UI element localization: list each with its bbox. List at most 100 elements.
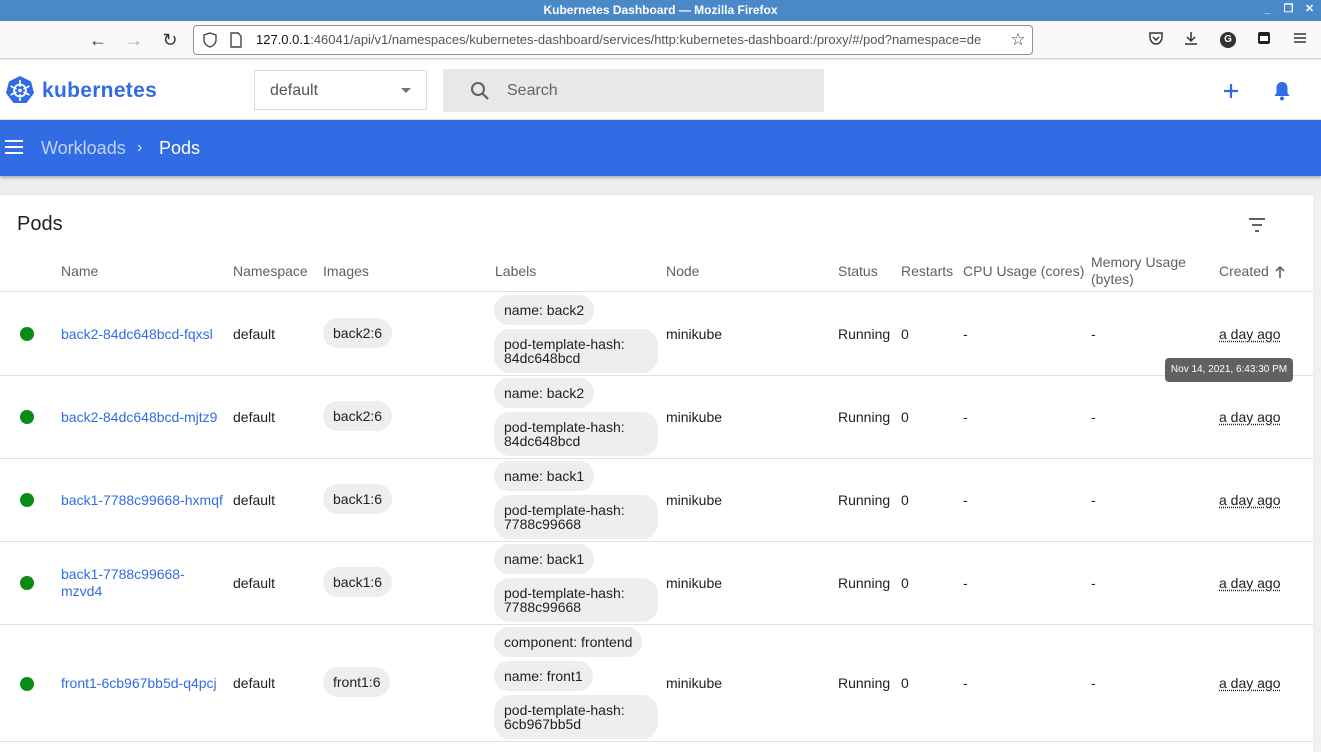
table-row: back1-7788c99668-hxmqf default back1:6 n… — [0, 459, 1313, 542]
account-avatar-icon[interactable]: G — [1220, 32, 1236, 48]
pod-created[interactable]: a day ago — [1219, 575, 1281, 592]
search-input[interactable] — [507, 77, 807, 105]
pod-namespace: default — [233, 409, 276, 425]
minimize-icon[interactable]: _ — [1260, 2, 1275, 17]
pod-node[interactable]: minikube — [666, 409, 722, 426]
pod-namespace: default — [233, 492, 276, 508]
column-labels: Labels — [495, 263, 537, 279]
url-text[interactable]: 127.0.0.1:46041/api/v1/namespaces/kubern… — [256, 32, 1001, 47]
status-running-icon — [20, 576, 34, 590]
pod-restarts: 0 — [901, 326, 909, 342]
extension-icon[interactable] — [1254, 30, 1274, 50]
pod-memory: - — [1091, 409, 1096, 425]
nav-menu-icon[interactable] — [5, 138, 23, 156]
image-chip: back2:6 — [323, 401, 393, 431]
status-running-icon — [20, 677, 34, 691]
window-titlebar: Kubernetes Dashboard — Mozilla Firefox _… — [0, 0, 1321, 21]
pod-namespace: default — [233, 575, 276, 591]
pod-node[interactable]: minikube — [666, 675, 722, 692]
table-row: back1-7788c99668-mzvd4 default back1:6 n… — [0, 542, 1313, 625]
column-status[interactable]: Status — [838, 263, 878, 280]
label-chip: pod-template-hash: 84dc648bcd — [494, 412, 658, 456]
pod-cpu: - — [963, 492, 968, 508]
pod-created[interactable]: a day ago — [1219, 326, 1281, 343]
pod-memory: - — [1091, 675, 1096, 691]
pod-namespace: default — [233, 326, 276, 342]
pod-restarts: 0 — [901, 575, 909, 591]
shield-icon[interactable] — [202, 32, 218, 48]
pod-created[interactable]: a day ago — [1219, 409, 1281, 426]
kubernetes-logo-icon[interactable] — [5, 75, 35, 105]
download-icon[interactable] — [1181, 30, 1201, 50]
sort-ascending-icon[interactable] — [1274, 265, 1286, 279]
column-memory: Memory Usage (bytes) — [1091, 254, 1186, 287]
search-box[interactable] — [443, 69, 824, 112]
url-path: :46041/api/v1/namespaces/kubernetes-dash… — [310, 32, 982, 47]
table-row: back2-84dc648bcd-fqxsl default back2:6 n… — [0, 293, 1313, 376]
image-chip: back2:6 — [323, 318, 393, 348]
pod-name-link[interactable]: back1-7788c99668-hxmqf — [61, 492, 223, 509]
column-restarts[interactable]: Restarts — [901, 263, 953, 280]
notifications-bell-icon[interactable] — [1270, 79, 1294, 103]
label-chip: name: back2 — [494, 295, 595, 325]
column-node[interactable]: Node — [666, 263, 699, 280]
pod-memory: - — [1091, 326, 1096, 342]
pod-cpu: - — [963, 326, 968, 342]
created-tooltip: Nov 14, 2021, 6:43:30 PM — [1165, 358, 1293, 382]
reload-icon[interactable]: ↻ — [158, 28, 182, 52]
pod-namespace: default — [233, 675, 276, 691]
restore-icon[interactable]: ❐ — [1281, 2, 1296, 17]
app-header: kubernetes default — [0, 60, 1321, 120]
pod-status: Running — [838, 575, 891, 591]
pod-restarts: 0 — [901, 409, 909, 425]
pod-cpu: - — [963, 675, 968, 691]
pod-created[interactable]: a day ago — [1219, 492, 1281, 509]
label-chip: pod-template-hash: 84dc648bcd — [494, 329, 658, 373]
pod-name-link[interactable]: back1-7788c99668-mzvd4 — [61, 566, 211, 600]
label-chip: component: frontend — [494, 627, 643, 657]
back-arrow-icon[interactable]: ← — [86, 28, 110, 52]
window-controls: _ ❐ ✕ — [1260, 2, 1317, 17]
pocket-icon[interactable] — [1146, 30, 1166, 50]
pod-node[interactable]: minikube — [666, 326, 722, 343]
page-icon[interactable] — [228, 32, 244, 48]
status-running-icon — [20, 493, 34, 507]
pods-card: Pods Name Namespace Images Labels Node S… — [0, 195, 1313, 752]
pod-node[interactable]: minikube — [666, 575, 722, 592]
forward-arrow-icon[interactable]: → — [122, 28, 146, 52]
card-title: Pods — [17, 213, 63, 235]
table-row: back2-84dc648bcd-mjtz9 default back2:6 n… — [0, 376, 1313, 459]
pod-node[interactable]: minikube — [666, 492, 722, 509]
pod-cpu: - — [963, 575, 968, 591]
pod-name-link[interactable]: back2-84dc648bcd-fqxsl — [61, 326, 213, 343]
url-host: 127.0.0.1 — [256, 32, 311, 47]
pod-name-link[interactable]: front1-6cb967bb5d-q4pcj — [61, 675, 217, 692]
column-created[interactable]: Created — [1219, 263, 1269, 280]
namespace-select[interactable]: default — [254, 70, 427, 110]
url-bar[interactable]: 127.0.0.1:46041/api/v1/namespaces/kubern… — [193, 25, 1033, 55]
window-title: Kubernetes Dashboard — Mozilla Firefox — [543, 3, 778, 17]
label-chip: name: back1 — [494, 544, 595, 574]
chevron-right-icon: › — [137, 139, 143, 156]
browser-toolbar: ← → ↻ 127.0.0.1:46041/api/v1/namespaces/… — [0, 21, 1321, 59]
filter-icon[interactable] — [1246, 215, 1268, 235]
column-name[interactable]: Name — [61, 263, 98, 280]
pod-name-link[interactable]: back2-84dc648bcd-mjtz9 — [61, 409, 217, 426]
pod-status: Running — [838, 326, 891, 342]
column-cpu: CPU Usage (cores) — [963, 263, 1085, 279]
close-icon[interactable]: ✕ — [1302, 2, 1317, 17]
breadcrumb-workloads[interactable]: Workloads — [41, 138, 126, 159]
column-namespace[interactable]: Namespace — [233, 263, 308, 280]
pod-memory: - — [1091, 575, 1096, 591]
image-chip: back1:6 — [323, 567, 393, 597]
add-resource-icon[interactable] — [1219, 79, 1243, 103]
table-header: Name Namespace Images Labels Node Status… — [0, 251, 1313, 292]
brand-name[interactable]: kubernetes — [42, 79, 157, 103]
breadcrumb-pods: Pods — [159, 138, 201, 158]
hamburger-menu-icon[interactable] — [1290, 30, 1310, 50]
bookmark-star-icon[interactable]: ☆ — [1010, 31, 1026, 48]
page-scrollbar[interactable] — [1313, 195, 1321, 752]
pod-created[interactable]: a day ago — [1219, 675, 1281, 692]
status-running-icon — [20, 327, 34, 341]
image-chip: back1:6 — [323, 484, 393, 514]
